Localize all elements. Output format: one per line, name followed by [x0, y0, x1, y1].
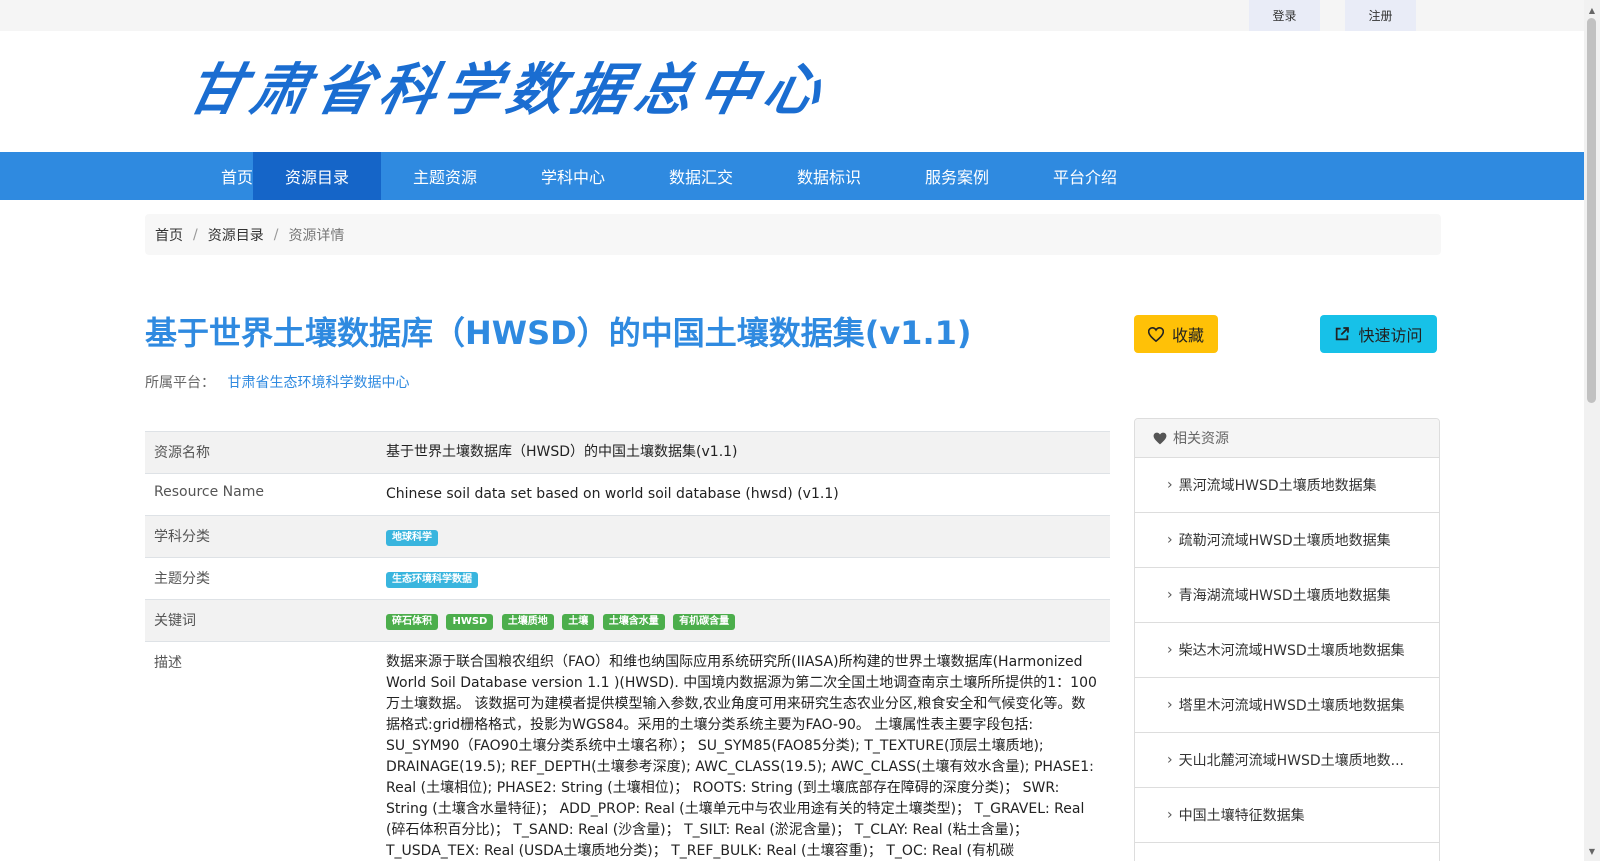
nav-item-resource-catalog[interactable]: 资源目录	[253, 152, 381, 200]
nav-item-platform-intro[interactable]: 平台介绍	[1021, 152, 1149, 200]
subject-tag[interactable]: 地球科学	[386, 530, 438, 546]
top-utility-bar: 登录 注册	[0, 0, 1584, 31]
resource-info-table: 资源名称 基于世界土壤数据库（HWSD）的中国土壤数据集(v1.1) Resou…	[145, 431, 1110, 861]
site-logo-text: 甘肃省科学数据总中心	[181, 58, 836, 123]
chevron-right-icon: ›	[1167, 642, 1173, 658]
related-item-label: 中国土壤特征数据集	[1178, 808, 1305, 824]
related-item-label: 黑河流域HWSD土壤质地数据集	[1178, 478, 1377, 494]
platform-link[interactable]: 甘肃省生态环境科学数据中心	[227, 375, 409, 391]
resource-name-en-key: Resource Name	[154, 484, 264, 500]
register-button[interactable]: 注册	[1345, 0, 1416, 31]
heart-icon	[1153, 432, 1167, 444]
login-button[interactable]: 登录	[1249, 0, 1320, 31]
breadcrumb-home[interactable]: 首页	[155, 225, 183, 245]
related-item-label: 青海湖流域HWSD土壤质地数据集	[1178, 588, 1391, 604]
related-resources-header: 相关资源	[1135, 419, 1439, 458]
external-link-icon	[1336, 327, 1350, 341]
favorite-button[interactable]: 收藏	[1134, 315, 1218, 353]
related-item[interactable]: › 柴达木河流域HWSD土壤质地数据集	[1135, 623, 1439, 678]
nav-item-data-identifier[interactable]: 数据标识	[765, 152, 893, 200]
related-item[interactable]: › 疏勒河流域HWSD土壤质地数据集	[1135, 513, 1439, 568]
related-item[interactable]: › 天山北麓河流域HWSD土壤质地数...	[1135, 733, 1439, 788]
subject-key: 学科分类	[154, 529, 210, 545]
keyword-tag[interactable]: HWSD	[446, 614, 494, 630]
table-row: 学科分类 地球科学	[145, 515, 1110, 557]
site-logo[interactable]: 甘肃省科学数据总中心	[181, 56, 928, 126]
chevron-right-icon: ›	[1167, 587, 1173, 603]
related-item-label: 疏勒河流域HWSD土壤质地数据集	[1178, 533, 1391, 549]
keyword-tag[interactable]: 土壤质地	[501, 614, 554, 630]
platform-label: 所属平台：	[145, 375, 215, 391]
resource-name-key: 资源名称	[154, 445, 210, 461]
breadcrumb-current: 资源详情	[288, 227, 345, 244]
heart-outline-icon	[1147, 326, 1164, 342]
favorite-button-label: 收藏	[1171, 326, 1204, 345]
related-item[interactable]: › 黑河流域HWSD土壤质地数据集	[1135, 458, 1439, 513]
nav-item-service-cases[interactable]: 服务案例	[893, 152, 1021, 200]
theme-value: 生态环境科学数据	[386, 558, 1110, 599]
related-item-label: 天山北麓河流域HWSD土壤质地数...	[1178, 753, 1404, 769]
breadcrumb-catalog[interactable]: 资源目录	[208, 225, 264, 245]
subject-value: 地球科学	[386, 516, 1110, 557]
keyword-tag[interactable]: 有机碳含量	[673, 614, 736, 630]
description-text: 数据来源于联合国粮农组织（FAO）和维也纳国际应用系统研究所(IIASA)所构建…	[386, 654, 1097, 859]
nav-item-discipline-center[interactable]: 学科中心	[509, 152, 637, 200]
breadcrumb-separator: /	[193, 226, 198, 243]
table-row: 关键词 碎石体积 HWSD 土壤质地 土壤 土壤含水量 有机碳含量	[145, 599, 1110, 641]
chevron-right-icon: ›	[1167, 807, 1173, 823]
chevron-right-icon: ›	[1167, 532, 1173, 548]
related-resources-panel: 相关资源 › 黑河流域HWSD土壤质地数据集 › 疏勒河流域HWSD土壤质地数据集 …	[1134, 418, 1440, 861]
platform-info: 所属平台： 甘肃省生态环境科学数据中心	[145, 372, 409, 392]
table-row: 主题分类 生态环境科学数据	[145, 557, 1110, 599]
keyword-tag[interactable]: 土壤含水量	[602, 614, 665, 630]
main-nav: 首页 资源目录 主题资源 学科中心 数据汇交 数据标识 服务案例 平台介绍	[0, 152, 1584, 200]
breadcrumb: 首页 / 资源目录 / 资源详情	[145, 214, 1441, 255]
related-resources-title: 相关资源	[1173, 431, 1229, 447]
quick-visit-button-label: 快速访问	[1358, 326, 1423, 345]
breadcrumb-separator: /	[273, 226, 279, 243]
related-item[interactable]: › 塔里木河流域HWSD土壤质地数据集	[1135, 678, 1439, 733]
table-row: 资源名称 基于世界土壤数据库（HWSD）的中国土壤数据集(v1.1)	[145, 431, 1110, 473]
keyword-tag[interactable]: 碎石体积	[386, 614, 438, 630]
keywords-key: 关键词	[154, 613, 196, 629]
related-item[interactable]: › 中国土壤特征数据集	[1135, 788, 1439, 843]
theme-key: 主题分类	[154, 571, 210, 587]
header-logo-area: 甘肃省科学数据总中心	[0, 31, 1584, 152]
related-item-label: 柴达木河流域HWSD土壤质地数据集	[1178, 643, 1405, 659]
related-item-label: 塔里木河流域HWSD土壤质地数据集	[1178, 698, 1405, 714]
resource-name-value: 基于世界土壤数据库（HWSD）的中国土壤数据集(v1.1)	[386, 444, 738, 460]
table-row: Resource Name Chinese soil data set base…	[145, 473, 1110, 515]
page-title: 基于世界土壤数据库（HWSD）的中国土壤数据集(v1.1)	[145, 314, 972, 352]
theme-tag[interactable]: 生态环境科学数据	[386, 572, 478, 588]
table-row: 描述 数据来源于联合国粮农组织（FAO）和维也纳国际应用系统研究所(IIASA)…	[145, 641, 1110, 861]
chevron-right-icon: ›	[1167, 477, 1173, 493]
quick-visit-button[interactable]: 快速访问	[1320, 315, 1437, 353]
chevron-right-icon: ›	[1167, 752, 1173, 768]
keyword-tag[interactable]: 土壤	[562, 614, 595, 630]
scrollbar-thumb[interactable]	[1587, 18, 1596, 403]
description-value: 数据来源于联合国粮农组织（FAO）和维也纳国际应用系统研究所(IIASA)所构建…	[386, 642, 1110, 861]
scroll-down-arrow-icon[interactable]: ▼	[1584, 843, 1600, 859]
page-scrollbar[interactable]: ▲ ▼	[1584, 0, 1600, 861]
keywords-value: 碎石体积 HWSD 土壤质地 土壤 土壤含水量 有机碳含量	[386, 600, 1110, 641]
chevron-right-icon: ›	[1167, 697, 1173, 713]
nav-item-data-submission[interactable]: 数据汇交	[637, 152, 765, 200]
description-key: 描述	[154, 655, 182, 671]
nav-item-theme-resources[interactable]: 主题资源	[381, 152, 509, 200]
scroll-up-arrow-icon[interactable]: ▲	[1584, 2, 1600, 18]
related-item[interactable]: › 青海湖流域HWSD土壤质地数据集	[1135, 568, 1439, 623]
resource-name-en-value: Chinese soil data set based on world soi…	[386, 486, 839, 502]
